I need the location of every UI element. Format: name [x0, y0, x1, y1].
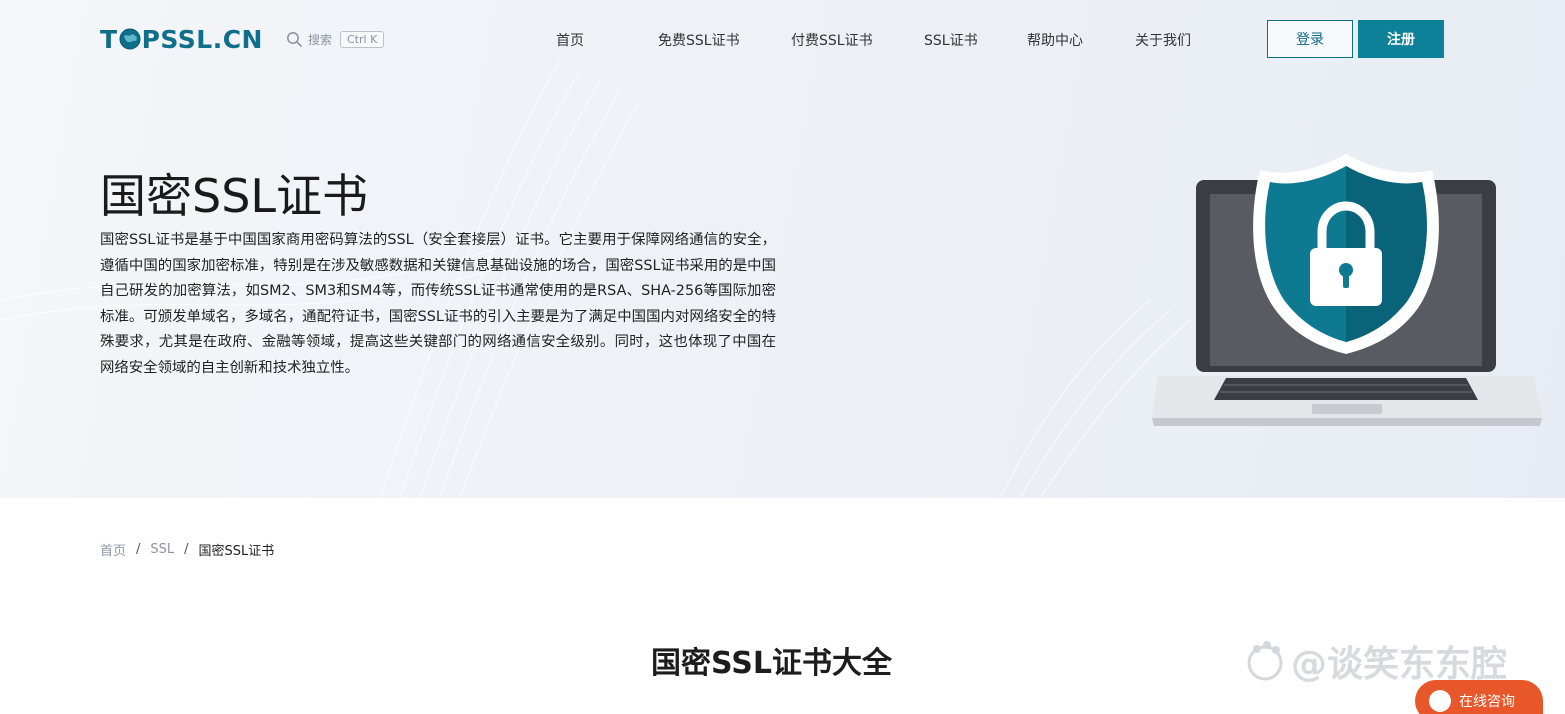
nav-free-ssl[interactable]: 免费SSL证书: [658, 30, 740, 50]
nav-about[interactable]: 关于我们: [1135, 30, 1191, 50]
breadcrumb-home[interactable]: 首页: [100, 540, 126, 559]
search-label: 搜索: [308, 32, 333, 47]
breadcrumb-current: 国密SSL证书: [198, 544, 275, 559]
search-icon: [287, 32, 302, 47]
breadcrumb-separator: /: [184, 542, 189, 557]
page-title: 国密SSL证书: [100, 169, 369, 223]
watermark-logo-icon: [1247, 641, 1283, 681]
nav-paid-ssl[interactable]: 付费SSL证书: [791, 30, 873, 50]
online-consult-button[interactable]: 在线咨询: [1415, 680, 1543, 714]
logo-text-start: T: [100, 24, 118, 54]
laptop-shield-lock-illustration: [1152, 154, 1542, 426]
nav-help[interactable]: 帮助中心: [1027, 30, 1083, 50]
chat-bubble-icon: [1429, 690, 1451, 712]
breadcrumb-ssl[interactable]: SSL: [150, 542, 174, 557]
site-header: T PSSL.CN 搜索 Ctrl K 首页 免费SSL证书 付费SSL证书 S…: [0, 0, 1565, 78]
logo-text-end: PSSL.CN: [141, 24, 263, 54]
register-button[interactable]: 注册: [1358, 20, 1444, 58]
breadcrumb-separator: /: [136, 542, 141, 557]
search-trigger[interactable]: 搜索 Ctrl K: [286, 28, 385, 50]
globe-icon: [119, 28, 141, 50]
nav-home[interactable]: 首页: [556, 30, 584, 50]
site-logo[interactable]: T PSSL.CN: [100, 24, 263, 54]
nav-ssl[interactable]: SSL证书: [924, 30, 978, 50]
search-shortcut: Ctrl K: [340, 30, 385, 48]
breadcrumb: 首页 / SSL / 国密SSL证书: [100, 540, 274, 559]
hero-description: 国密SSL证书是基于中国国家商用密码算法的SSL（安全套接层）证书。它主要用于保…: [100, 232, 776, 376]
login-button[interactable]: 登录: [1267, 20, 1353, 58]
watermark: @谈笑东东腔: [1243, 636, 1507, 686]
online-consult-label: 在线咨询: [1459, 694, 1515, 710]
